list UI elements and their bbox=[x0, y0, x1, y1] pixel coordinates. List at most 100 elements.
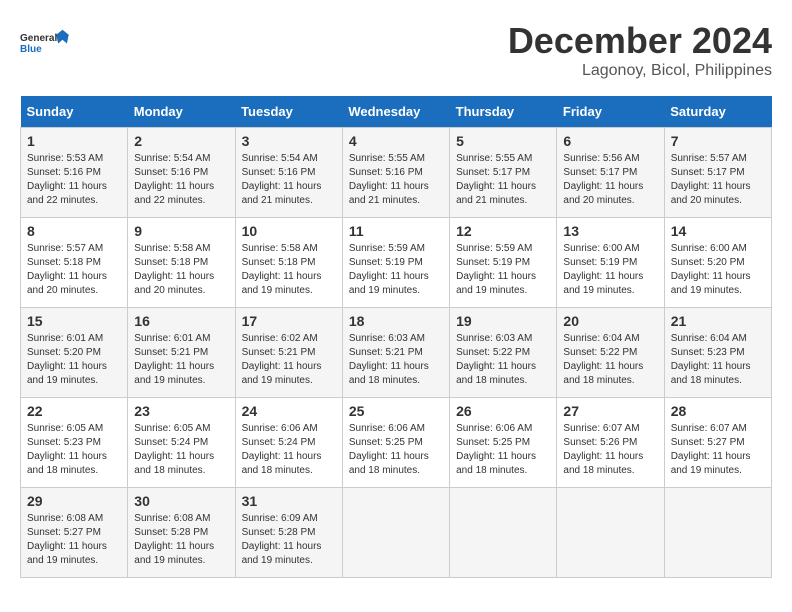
day-info: Sunrise: 5:57 AM Sunset: 5:17 PM Dayligh… bbox=[671, 152, 765, 208]
day-number: 13 bbox=[563, 223, 657, 239]
calendar-cell: 17 Sunrise: 6:02 AM Sunset: 5:21 PM Dayli… bbox=[235, 308, 342, 398]
day-info: Sunrise: 6:06 AM Sunset: 5:25 PM Dayligh… bbox=[349, 422, 443, 478]
calendar-cell: 7 Sunrise: 5:57 AM Sunset: 5:17 PM Daylig… bbox=[664, 128, 771, 218]
day-number: 21 bbox=[671, 313, 765, 329]
day-number: 22 bbox=[27, 403, 121, 419]
day-number: 30 bbox=[134, 493, 228, 509]
calendar-cell: 19 Sunrise: 6:03 AM Sunset: 5:22 PM Dayli… bbox=[450, 308, 557, 398]
week-row-3: 15Sunrise: 6:01 AM Sunset: 5:20 PM Dayli… bbox=[21, 308, 772, 398]
calendar-cell bbox=[664, 488, 771, 578]
day-info: Sunrise: 6:04 AM Sunset: 5:23 PM Dayligh… bbox=[671, 332, 765, 388]
day-info: Sunrise: 5:57 AM Sunset: 5:18 PM Dayligh… bbox=[27, 242, 121, 298]
day-info: Sunrise: 6:00 AM Sunset: 5:19 PM Dayligh… bbox=[563, 242, 657, 298]
day-number: 7 bbox=[671, 133, 765, 149]
day-number: 27 bbox=[563, 403, 657, 419]
day-info: Sunrise: 6:03 AM Sunset: 5:21 PM Dayligh… bbox=[349, 332, 443, 388]
column-header-tuesday: Tuesday bbox=[235, 96, 342, 128]
calendar-cell: 30Sunrise: 6:08 AM Sunset: 5:28 PM Dayli… bbox=[128, 488, 235, 578]
week-row-1: 1Sunrise: 5:53 AM Sunset: 5:16 PM Daylig… bbox=[21, 128, 772, 218]
calendar-cell: 23Sunrise: 6:05 AM Sunset: 5:24 PM Dayli… bbox=[128, 398, 235, 488]
day-info: Sunrise: 6:05 AM Sunset: 5:24 PM Dayligh… bbox=[134, 422, 228, 478]
day-number: 8 bbox=[27, 223, 121, 239]
calendar-cell: 22 Sunrise: 6:05 AM Sunset: 5:23 PM Dayli… bbox=[21, 398, 128, 488]
calendar-cell: 24 Sunrise: 6:06 AM Sunset: 5:24 PM Dayli… bbox=[235, 398, 342, 488]
calendar-cell: 14 Sunrise: 6:00 AM Sunset: 5:20 PM Dayli… bbox=[664, 218, 771, 308]
day-number: 4 bbox=[349, 133, 443, 149]
day-info: Sunrise: 6:00 AM Sunset: 5:20 PM Dayligh… bbox=[671, 242, 765, 298]
day-number: 29 bbox=[27, 493, 121, 509]
calendar-cell: 4 Sunrise: 5:55 AM Sunset: 5:16 PM Daylig… bbox=[342, 128, 449, 218]
calendar-cell: 15Sunrise: 6:01 AM Sunset: 5:20 PM Dayli… bbox=[21, 308, 128, 398]
day-number: 26 bbox=[456, 403, 550, 419]
svg-text:General: General bbox=[20, 33, 57, 44]
month-title: December 2024 bbox=[508, 20, 772, 62]
day-info: Sunrise: 5:56 AM Sunset: 5:17 PM Dayligh… bbox=[563, 152, 657, 208]
calendar-cell: 18 Sunrise: 6:03 AM Sunset: 5:21 PM Dayli… bbox=[342, 308, 449, 398]
day-info: Sunrise: 6:03 AM Sunset: 5:22 PM Dayligh… bbox=[456, 332, 550, 388]
calendar-cell: 8 Sunrise: 5:57 AM Sunset: 5:18 PM Daylig… bbox=[21, 218, 128, 308]
day-info: Sunrise: 6:09 AM Sunset: 5:28 PM Dayligh… bbox=[242, 512, 336, 568]
day-info: Sunrise: 6:08 AM Sunset: 5:27 PM Dayligh… bbox=[27, 512, 121, 568]
day-info: Sunrise: 6:05 AM Sunset: 5:23 PM Dayligh… bbox=[27, 422, 121, 478]
day-number: 14 bbox=[671, 223, 765, 239]
column-header-thursday: Thursday bbox=[450, 96, 557, 128]
day-number: 11 bbox=[349, 223, 443, 239]
calendar-cell: 31 Sunrise: 6:09 AM Sunset: 5:28 PM Dayli… bbox=[235, 488, 342, 578]
day-number: 20 bbox=[563, 313, 657, 329]
calendar-cell: 27 Sunrise: 6:07 AM Sunset: 5:26 PM Dayli… bbox=[557, 398, 664, 488]
calendar-cell bbox=[450, 488, 557, 578]
day-number: 25 bbox=[349, 403, 443, 419]
day-number: 16 bbox=[134, 313, 228, 329]
calendar-cell: 2 Sunrise: 5:54 AM Sunset: 5:16 PM Daylig… bbox=[128, 128, 235, 218]
day-info: Sunrise: 5:58 AM Sunset: 5:18 PM Dayligh… bbox=[242, 242, 336, 298]
day-info: Sunrise: 6:07 AM Sunset: 5:26 PM Dayligh… bbox=[563, 422, 657, 478]
day-info: Sunrise: 5:54 AM Sunset: 5:16 PM Dayligh… bbox=[242, 152, 336, 208]
day-number: 17 bbox=[242, 313, 336, 329]
day-number: 6 bbox=[563, 133, 657, 149]
column-header-wednesday: Wednesday bbox=[342, 96, 449, 128]
day-number: 10 bbox=[242, 223, 336, 239]
day-info: Sunrise: 6:06 AM Sunset: 5:24 PM Dayligh… bbox=[242, 422, 336, 478]
location: Lagonoy, Bicol, Philippines bbox=[508, 62, 772, 80]
calendar-cell: 9Sunrise: 5:58 AM Sunset: 5:18 PM Daylig… bbox=[128, 218, 235, 308]
calendar-cell: 10 Sunrise: 5:58 AM Sunset: 5:18 PM Dayli… bbox=[235, 218, 342, 308]
calendar-cell: 16Sunrise: 6:01 AM Sunset: 5:21 PM Dayli… bbox=[128, 308, 235, 398]
day-info: Sunrise: 6:06 AM Sunset: 5:25 PM Dayligh… bbox=[456, 422, 550, 478]
calendar-cell bbox=[557, 488, 664, 578]
day-number: 2 bbox=[134, 133, 228, 149]
calendar-cell: 28 Sunrise: 6:07 AM Sunset: 5:27 PM Dayli… bbox=[664, 398, 771, 488]
day-number: 18 bbox=[349, 313, 443, 329]
day-info: Sunrise: 5:54 AM Sunset: 5:16 PM Dayligh… bbox=[134, 152, 228, 208]
title-block: December 2024 Lagonoy, Bicol, Philippine… bbox=[508, 20, 772, 80]
calendar-cell: 6 Sunrise: 5:56 AM Sunset: 5:17 PM Daylig… bbox=[557, 128, 664, 218]
day-info: Sunrise: 5:55 AM Sunset: 5:16 PM Dayligh… bbox=[349, 152, 443, 208]
day-number: 24 bbox=[242, 403, 336, 419]
day-info: Sunrise: 6:02 AM Sunset: 5:21 PM Dayligh… bbox=[242, 332, 336, 388]
calendar-cell: 12 Sunrise: 5:59 AM Sunset: 5:19 PM Dayli… bbox=[450, 218, 557, 308]
logo-svg: General Blue bbox=[20, 20, 70, 65]
column-header-sunday: Sunday bbox=[21, 96, 128, 128]
day-info: Sunrise: 5:55 AM Sunset: 5:17 PM Dayligh… bbox=[456, 152, 550, 208]
day-number: 19 bbox=[456, 313, 550, 329]
day-info: Sunrise: 5:59 AM Sunset: 5:19 PM Dayligh… bbox=[349, 242, 443, 298]
day-number: 31 bbox=[242, 493, 336, 509]
day-number: 1 bbox=[27, 133, 121, 149]
calendar-cell: 25 Sunrise: 6:06 AM Sunset: 5:25 PM Dayli… bbox=[342, 398, 449, 488]
day-info: Sunrise: 6:04 AM Sunset: 5:22 PM Dayligh… bbox=[563, 332, 657, 388]
day-number: 28 bbox=[671, 403, 765, 419]
calendar-cell: 29 Sunrise: 6:08 AM Sunset: 5:27 PM Dayli… bbox=[21, 488, 128, 578]
day-number: 5 bbox=[456, 133, 550, 149]
calendar-cell: 13 Sunrise: 6:00 AM Sunset: 5:19 PM Dayli… bbox=[557, 218, 664, 308]
calendar-cell: 20 Sunrise: 6:04 AM Sunset: 5:22 PM Dayli… bbox=[557, 308, 664, 398]
day-info: Sunrise: 6:07 AM Sunset: 5:27 PM Dayligh… bbox=[671, 422, 765, 478]
week-row-5: 29 Sunrise: 6:08 AM Sunset: 5:27 PM Dayli… bbox=[21, 488, 772, 578]
logo: General Blue bbox=[20, 20, 70, 65]
day-info: Sunrise: 5:59 AM Sunset: 5:19 PM Dayligh… bbox=[456, 242, 550, 298]
column-header-friday: Friday bbox=[557, 96, 664, 128]
column-header-monday: Monday bbox=[128, 96, 235, 128]
calendar-cell: 21 Sunrise: 6:04 AM Sunset: 5:23 PM Dayli… bbox=[664, 308, 771, 398]
week-row-2: 8 Sunrise: 5:57 AM Sunset: 5:18 PM Daylig… bbox=[21, 218, 772, 308]
calendar-cell: 3Sunrise: 5:54 AM Sunset: 5:16 PM Daylig… bbox=[235, 128, 342, 218]
day-number: 12 bbox=[456, 223, 550, 239]
header-row: SundayMondayTuesdayWednesdayThursdayFrid… bbox=[21, 96, 772, 128]
